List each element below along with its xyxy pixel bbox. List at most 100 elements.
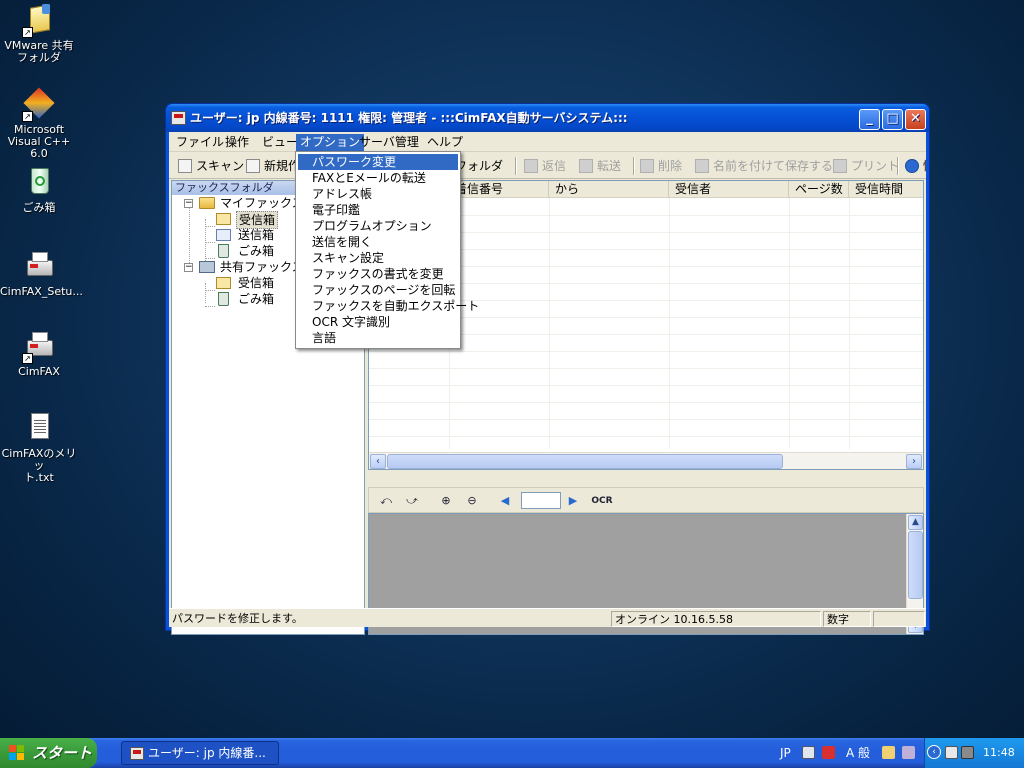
windows-logo-icon: [9, 745, 26, 761]
menu-item-change-password[interactable]: パスワーク変更: [298, 154, 458, 170]
grid-line: [849, 198, 850, 449]
grid-line: [369, 402, 923, 403]
ime-tools-icon[interactable]: [902, 746, 915, 759]
menu-help[interactable]: ヘルプ: [423, 134, 467, 151]
fax-setup-icon: [22, 250, 56, 284]
ime-toolbar-icon[interactable]: [822, 746, 835, 759]
menu-item-program-options[interactable]: プログラムオプション: [298, 218, 458, 234]
tree-label: 共有ファックス: [220, 260, 304, 274]
clock[interactable]: 11:48: [983, 738, 1015, 768]
desktop-icon-recycle-bin[interactable]: ごみ箱: [0, 166, 78, 214]
tree-label: ごみ箱: [238, 244, 275, 258]
minimize-button[interactable]: _: [859, 109, 880, 130]
fax-app-icon: [130, 747, 144, 760]
column-header[interactable]: 受信者: [669, 181, 789, 198]
column-header[interactable]: ページ数: [789, 181, 849, 198]
zoom-in-icon[interactable]: ⊕: [437, 493, 455, 509]
reply-button[interactable]: 返信: [524, 157, 566, 175]
scroll-thumb[interactable]: [387, 454, 783, 469]
close-button[interactable]: ✕: [905, 109, 926, 130]
tree-label: マイファックス: [220, 196, 304, 210]
vmware-tray-icon[interactable]: [961, 746, 974, 759]
save-as-label: 名前を付けて保存する: [713, 159, 834, 173]
minimize-icon: _: [866, 111, 873, 126]
rotate-left-icon[interactable]: ⤺: [377, 493, 395, 509]
menu-operation[interactable]: 操作: [221, 134, 253, 151]
save-as-button[interactable]: 名前を付けて保存する: [695, 157, 833, 175]
collapse-icon[interactable]: −: [184, 199, 193, 208]
collapse-icon[interactable]: −: [184, 263, 193, 272]
tray-expand-icon[interactable]: ‹: [927, 745, 941, 759]
column-header[interactable]: 着信番号: [449, 181, 549, 198]
fax-tray-icon[interactable]: [945, 746, 958, 759]
grid-line: [369, 351, 923, 352]
scan-label: スキャン: [196, 159, 245, 173]
menu-item-fax-email-forward[interactable]: FAXとEメールの転送: [298, 170, 458, 186]
scroll-thumb[interactable]: [908, 531, 923, 599]
icon-label: CimFAXのメリッ: [1, 447, 77, 472]
info-icon: [905, 159, 919, 173]
scroll-up-button[interactable]: ▲: [908, 515, 923, 530]
column-header[interactable]: 受信時間: [849, 181, 923, 198]
ime-mode-indicator[interactable]: A 般: [846, 738, 870, 768]
system-tray: ‹ 11:48: [924, 738, 1024, 768]
scan-icon: [178, 159, 192, 173]
menu-item-language[interactable]: 言語: [298, 330, 458, 346]
tree-label: 送信箱: [238, 228, 275, 242]
menu-item-open-send[interactable]: 送信を開く: [298, 234, 458, 250]
taskbar-window-button[interactable]: ユーザー: jp 内線番...: [121, 741, 279, 765]
desktop-icon-cimfax-txt[interactable]: CimFAXのメリッ ト.txt: [0, 412, 78, 484]
maximize-button[interactable]: □: [882, 109, 903, 130]
ocr-button[interactable]: OCR: [589, 493, 615, 509]
delete-button[interactable]: 削除: [640, 157, 682, 175]
icon-label: CimFAX: [18, 365, 60, 378]
zoom-out-icon[interactable]: ⊖: [463, 493, 481, 509]
keyboard-icon[interactable]: [802, 746, 815, 759]
recycle-bin-icon: [22, 166, 56, 200]
scroll-right-button[interactable]: ›: [906, 454, 922, 469]
menu-file[interactable]: ファイル: [172, 134, 228, 151]
desktop-icon-cimfax-setup[interactable]: CimFAX_Setu...: [0, 250, 83, 298]
menu-options[interactable]: オプション: [296, 134, 365, 151]
folder-icon: [199, 197, 215, 209]
ime-pad-icon[interactable]: [882, 746, 895, 759]
scroll-left-button[interactable]: ‹: [370, 454, 386, 469]
new-button[interactable]: 新規作: [246, 157, 300, 175]
start-button[interactable]: スタート: [0, 738, 97, 768]
menu-server-admin[interactable]: サーバ管理: [355, 134, 423, 151]
icon-label: ト.txt: [24, 471, 54, 484]
options-dropdown-menu: パスワーク変更 FAXとEメールの転送 アドレス帳 電子印鑑 プログラムオプショ…: [295, 151, 479, 349]
grid-line: [369, 436, 923, 437]
menu-item-address-book[interactable]: アドレス帳: [298, 186, 458, 202]
menu-item-rotate-fax-page[interactable]: ファックスのページを回転: [298, 282, 458, 298]
grid-line: [669, 198, 670, 449]
scan-button[interactable]: スキャン: [178, 157, 244, 175]
text-file-icon: [22, 412, 56, 446]
menu-item-electronic-seal[interactable]: 電子印鑑: [298, 202, 458, 218]
menu-item-ocr[interactable]: OCR 文字識別: [298, 314, 458, 330]
print-button[interactable]: プリント: [833, 157, 899, 175]
menu-item-auto-export-fax[interactable]: ファックスを自動エクスポート: [298, 298, 479, 314]
menu-item-change-fax-format[interactable]: ファックスの書式を変更: [298, 266, 458, 282]
fax-app-icon[interactable]: [171, 111, 186, 125]
window-titlebar[interactable]: ユーザー: jp 内線番号: 1111 権限: 管理者 - :::CimFAX自…: [166, 104, 929, 132]
desktop-icon-visual-cpp[interactable]: ↗ Microsoft Visual C++ 6.0: [0, 87, 78, 160]
next-page-icon[interactable]: ▶: [564, 493, 582, 509]
page-number-field[interactable]: [521, 492, 561, 509]
previous-page-icon[interactable]: ◀: [496, 493, 514, 509]
taskbar: スタート ユーザー: jp 内線番... JP A 般 ‹ 11:48: [0, 738, 1024, 768]
connection-status: オンライン 10.16.5.58: [611, 611, 821, 627]
desktop-icon-cimfax[interactable]: ↗ CimFAX: [0, 330, 78, 378]
rotate-right-icon[interactable]: ⤻: [403, 493, 421, 509]
forward-button[interactable]: 転送: [579, 157, 621, 175]
tree-line: [205, 290, 215, 291]
window-title: ユーザー: jp 内線番号: 1111 権限: 管理者 - :::CimFAX自…: [190, 111, 628, 125]
info-button[interactable]: 情: [905, 157, 926, 175]
delete-icon: [640, 159, 654, 173]
desktop-icon-vmware-share[interactable]: ↗ VMware 共有 フォルダ: [0, 4, 78, 64]
language-indicator[interactable]: JP: [780, 738, 791, 768]
column-header[interactable]: から: [549, 181, 669, 198]
icon-label: CimFAX_Setu...: [0, 285, 83, 298]
horizontal-scrollbar[interactable]: ‹ ›: [369, 452, 923, 469]
menu-item-scan-settings[interactable]: スキャン設定: [298, 250, 458, 266]
